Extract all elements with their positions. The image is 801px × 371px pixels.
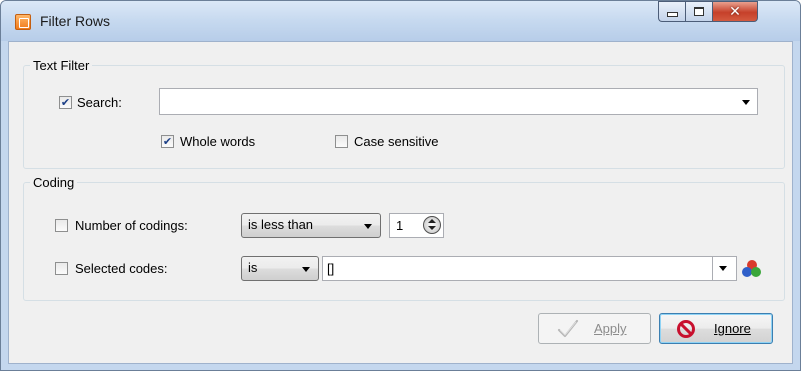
selected-codes-checkbox[interactable]: ✔ (55, 262, 68, 275)
window-title: Filter Rows (40, 13, 111, 29)
ignore-button-label: Ignore (714, 321, 751, 336)
checkmark-icon: ✔ (60, 96, 71, 109)
title-bar[interactable]: Filter Rows ✕ (1, 1, 800, 41)
number-of-codings-operator-value: is less than (248, 217, 314, 232)
close-button[interactable]: ✕ (712, 1, 758, 22)
search-dropdown-arrow-icon[interactable] (742, 100, 750, 105)
case-sensitive-checkbox[interactable]: ✔ (335, 135, 348, 148)
filter-rows-app-icon (15, 14, 31, 30)
codes-green-dot (751, 267, 761, 277)
maximize-icon (694, 7, 704, 16)
case-sensitive-label: Case sensitive (354, 134, 439, 149)
colored-circles-codes-icon[interactable] (742, 260, 762, 278)
selected-codes-operator-value: is (248, 260, 258, 275)
text-filter-group-label: Text Filter (33, 58, 90, 73)
number-of-codings-stepper[interactable]: 1 (389, 213, 444, 238)
selected-codes-value: [] (327, 261, 335, 276)
search-checkbox[interactable]: ✔ (59, 96, 72, 109)
selected-codes-operator-select[interactable]: is (241, 256, 319, 281)
close-icon: ✕ (729, 3, 741, 20)
number-of-codings-checkbox[interactable]: ✔ (55, 219, 68, 232)
chevron-down-icon (302, 267, 310, 272)
selected-codes-label: Selected codes: (75, 261, 168, 276)
whole-words-label: Whole words (180, 134, 256, 149)
prohibited-icon (677, 320, 695, 338)
selected-codes-input[interactable]: [] (322, 256, 737, 281)
selected-codes-dropdown-arrow-icon[interactable] (719, 266, 727, 271)
ignore-button[interactable]: Ignore (659, 313, 773, 344)
spin-up-down-icon[interactable] (423, 216, 441, 234)
search-label: Search: (77, 95, 122, 110)
search-input[interactable] (159, 88, 758, 115)
chevron-down-icon (364, 224, 372, 229)
whole-words-checkbox[interactable]: ✔ (161, 135, 174, 148)
apply-button-label: Apply (594, 321, 627, 336)
caption-buttons: ✕ (658, 1, 758, 23)
coding-group: Coding (23, 175, 785, 301)
coding-group-label: Coding (33, 175, 75, 190)
number-of-codings-value: 1 (396, 218, 404, 233)
checkmark-icon (557, 319, 579, 338)
combo-divider (712, 257, 713, 280)
minimize-icon (666, 12, 678, 17)
number-of-codings-operator-select[interactable]: is less than (241, 213, 381, 238)
minimize-button[interactable] (658, 1, 685, 22)
checkmark-icon: ✔ (162, 135, 173, 148)
number-of-codings-label: Number of codings: (75, 218, 188, 233)
apply-button[interactable]: Apply (538, 313, 651, 344)
maximize-button[interactable] (685, 1, 712, 22)
